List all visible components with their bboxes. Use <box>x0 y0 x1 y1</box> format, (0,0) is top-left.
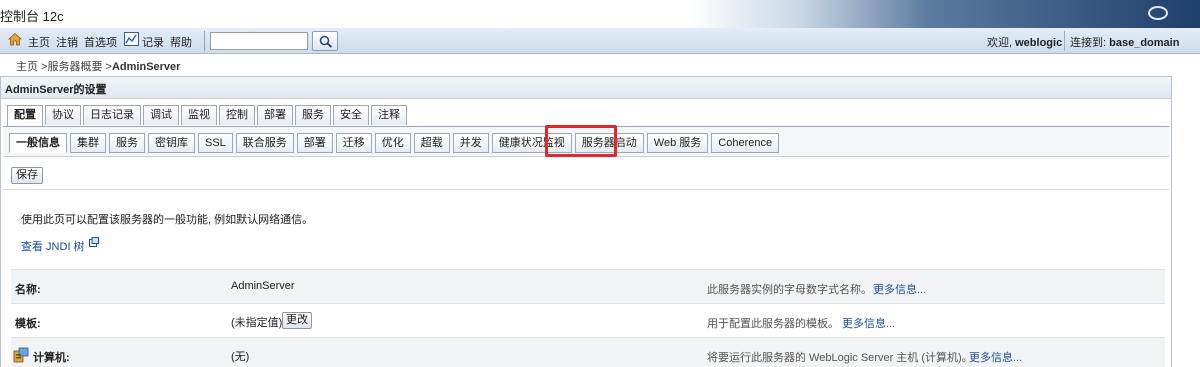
external-link-icon[interactable] <box>89 237 99 247</box>
settings-panel: AdminServer的设置 配置 协议 日志记录 调试 监视 控制 部署 服务… <box>0 76 1172 367</box>
machine-value: (无) <box>231 351 250 363</box>
tab-notes[interactable]: 注释 <box>371 105 407 125</box>
tab-debug[interactable]: 调试 <box>143 105 179 125</box>
tab-services[interactable]: 服务 <box>295 105 331 125</box>
property-row-name: 名称: AdminServer 此服务器实例的字母数字式名称。 更多信息... <box>11 269 1165 303</box>
tab-deployments[interactable]: 部署 <box>257 105 293 125</box>
breadcrumb-home[interactable]: 主页 <box>16 61 38 73</box>
preferences-link[interactable]: 首选项 <box>84 34 117 50</box>
search-icon <box>319 35 333 48</box>
chart-icon[interactable] <box>124 32 139 46</box>
connection-text: 连接到: base_domain <box>1070 37 1180 49</box>
app-title: 控制台 12c <box>0 9 64 24</box>
divider <box>3 189 1169 190</box>
tab-protocols[interactable]: 协议 <box>45 105 81 125</box>
breadcrumb-current: AdminServer <box>111 61 181 73</box>
subtab-deployment[interactable]: 部署 <box>296 133 333 153</box>
panel-title: AdminServer的设置 <box>5 84 107 96</box>
logout-link[interactable]: 注销 <box>56 34 78 50</box>
name-value: AdminServer <box>231 280 295 292</box>
tab-control[interactable]: 控制 <box>219 105 255 125</box>
subtab-concurrency[interactable]: 并发 <box>452 133 489 153</box>
home-link[interactable]: 主页 <box>28 34 50 50</box>
machine-label: 计算机: <box>33 352 70 364</box>
change-template-button[interactable]: 更改 <box>282 312 312 329</box>
template-more-info-link[interactable]: 更多信息... <box>842 315 895 331</box>
subtab-web-services[interactable]: Web 服务 <box>646 133 709 153</box>
tab-logging[interactable]: 日志记录 <box>83 105 141 125</box>
subtab-general[interactable]: 一般信息 <box>9 133 67 153</box>
machine-more-info-link[interactable]: 更多信息... <box>969 349 1022 365</box>
subtab-services[interactable]: 服务 <box>109 133 145 153</box>
subtab-cluster[interactable]: 集群 <box>70 133 106 153</box>
jndi-tree-link[interactable]: 查看 JNDI 树 <box>21 238 85 254</box>
template-help: 用于配置此服务器的模板。 <box>707 318 839 330</box>
subtab-keystores[interactable]: 密钥库 <box>148 133 195 153</box>
tab-configuration[interactable]: 配置 <box>7 105 43 127</box>
panel-header: AdminServer的设置 <box>1 77 1171 99</box>
page-description: 使用此页可以配置该服务器的一般功能, 例如默认网络通信。 <box>21 214 314 226</box>
machine-icon <box>13 347 29 363</box>
search-button[interactable] <box>312 31 338 51</box>
record-link[interactable]: 记录 <box>142 34 164 50</box>
toolbar-separator <box>204 31 205 51</box>
home-icon[interactable] <box>8 32 22 46</box>
name-label: 名称: <box>15 284 41 296</box>
toolbar-separator-right <box>1064 31 1065 51</box>
template-value: (未指定值) <box>231 317 283 329</box>
title-bar: 控制台 12c <box>0 0 1200 28</box>
property-row-template: 模板: (未指定值) 更改 用于配置此服务器的模板。 更多信息... <box>11 303 1165 337</box>
subtab-tuning[interactable]: 优化 <box>374 133 411 153</box>
property-row-machine: 计算机: (无) 将要运行此服务器的 WebLogic Server 主机 (计… <box>11 337 1165 367</box>
toolbar: 主页 注销 首选项 记录 帮助 欢迎, weblogic 连接到: base_d… <box>0 28 1200 54</box>
subtab-overload[interactable]: 超载 <box>413 133 450 153</box>
breadcrumb-servers[interactable]: 服务器概要 <box>47 61 102 73</box>
breadcrumb: 主页 >服务器概要 >AdminServer <box>16 61 181 73</box>
name-more-info-link[interactable]: 更多信息... <box>873 281 926 297</box>
subtab-coherence[interactable]: Coherence <box>711 133 780 153</box>
secondary-tabs: 一般信息 集群 服务 密钥库 SSL 联合服务 部署 迁移 优化 超载 并发 健… <box>9 133 782 155</box>
help-link[interactable]: 帮助 <box>170 34 192 50</box>
subtab-federation-services[interactable]: 联合服务 <box>235 133 294 153</box>
tab-security[interactable]: 安全 <box>333 105 369 125</box>
primary-tabs: 配置 协议 日志记录 调试 监视 控制 部署 服务 安全 注释 <box>7 105 409 127</box>
welcome-text: 欢迎, weblogic <box>987 37 1063 49</box>
save-button[interactable]: 保存 <box>11 167 43 184</box>
tab-monitoring[interactable]: 监视 <box>181 105 217 125</box>
subtab-migration[interactable]: 迁移 <box>335 133 372 153</box>
search-input[interactable] <box>210 32 308 50</box>
template-label: 模板: <box>15 318 41 330</box>
machine-help: 将要运行此服务器的 WebLogic Server 主机 (计算机)。 <box>707 352 973 364</box>
oracle-logo <box>1148 6 1168 20</box>
highlight-box <box>545 125 617 157</box>
subtab-ssl[interactable]: SSL <box>198 133 233 153</box>
name-help: 此服务器实例的字母数字式名称。 <box>707 284 872 296</box>
